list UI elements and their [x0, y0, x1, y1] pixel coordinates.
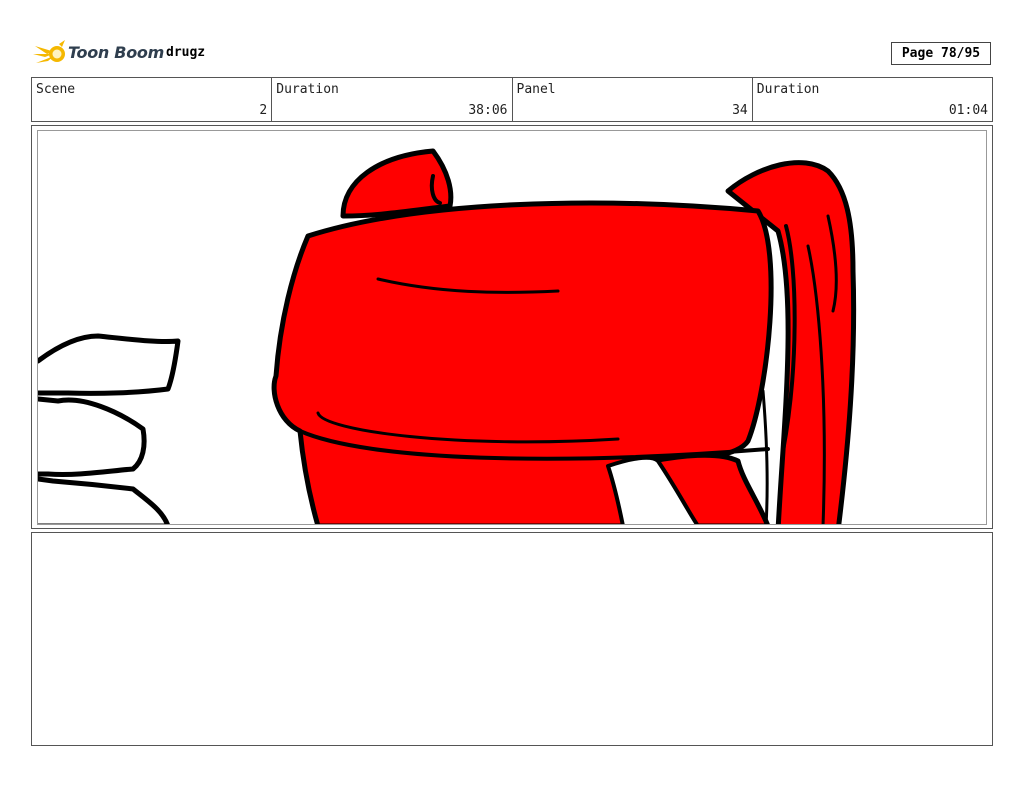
scene-duration-value: 38:06: [468, 103, 508, 118]
panel-image: [37, 130, 987, 525]
scene-label: Scene: [36, 82, 76, 97]
notes-area: [31, 532, 993, 746]
panel-value: 34: [732, 103, 748, 118]
panel-label: Panel: [516, 82, 556, 97]
panel-duration-label: Duration: [756, 82, 820, 97]
side-curve-4: [761, 389, 769, 524]
logo-text: Toon Boom: [68, 43, 164, 62]
scene-duration-cell: Duration 38:06: [272, 78, 513, 121]
panel-cell: Panel 34: [513, 78, 753, 121]
project-name: drugz: [166, 45, 206, 60]
red-object-drawing: [38, 148, 857, 524]
panel-duration-value: 01:04: [948, 103, 988, 118]
page-indicator: Page 78/95: [891, 42, 991, 65]
scene-value: 2: [259, 103, 268, 118]
left-ear-shape: [340, 148, 454, 219]
hand-middle-finger: [38, 396, 147, 477]
info-table: Scene 2 Duration 38:06 Panel 34 Duration…: [31, 77, 993, 122]
hand-lower-finger: [38, 476, 170, 524]
panel-duration-cell: Duration 01:04: [753, 78, 992, 121]
scene-cell: Scene 2: [32, 78, 273, 121]
scene-duration-label: Duration: [276, 82, 339, 97]
hand-index-finger: [38, 333, 181, 396]
